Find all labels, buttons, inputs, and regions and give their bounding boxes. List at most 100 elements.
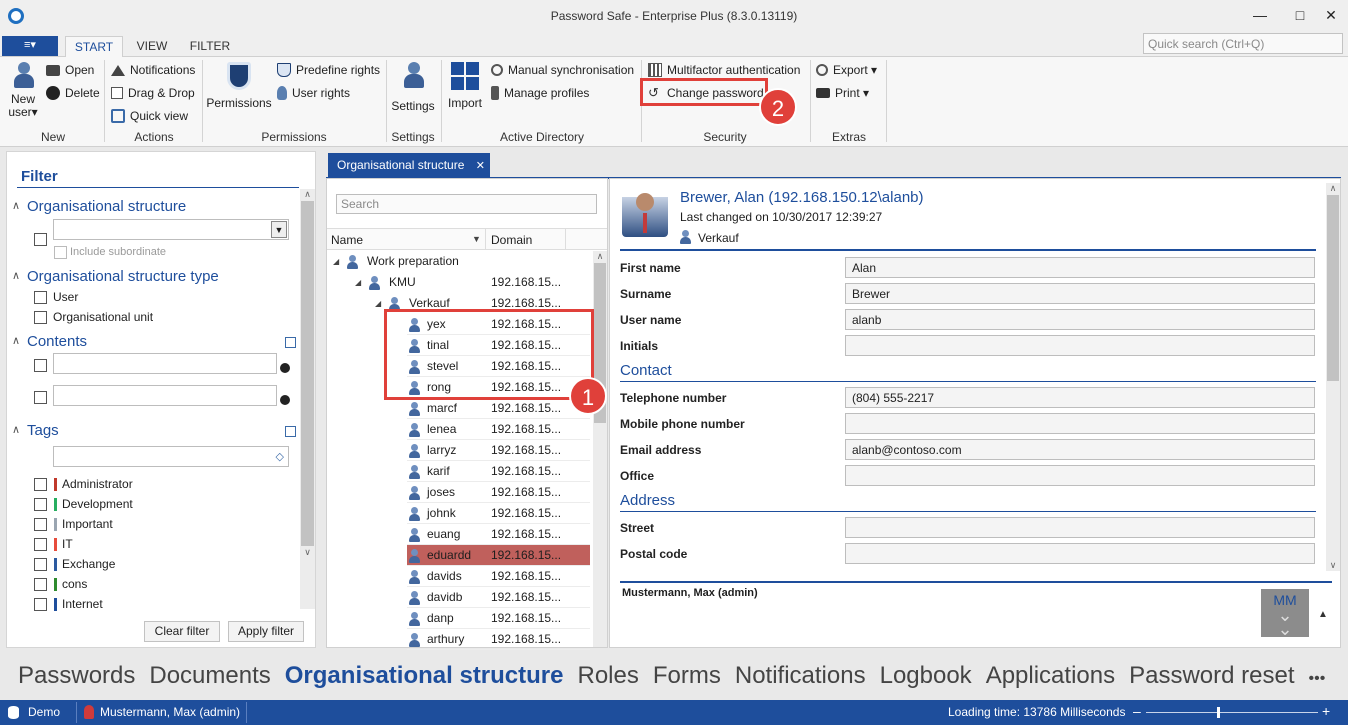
nav-more-button[interactable]: •••	[1309, 670, 1326, 687]
zoom-in-button[interactable]: +	[1322, 703, 1330, 719]
col-domain-header[interactable]: Domain	[491, 233, 532, 247]
maximize-button[interactable]: □	[1285, 4, 1315, 28]
org-structure-checkbox[interactable]	[34, 233, 47, 246]
predefine-rights-button[interactable]: Predefine rights	[277, 60, 380, 80]
contents-input-1[interactable]	[53, 353, 277, 374]
tree-user-row[interactable]: marcf 192.168.15...	[327, 398, 593, 419]
tree-user-row[interactable]: davidb 192.168.15...	[327, 587, 593, 608]
tag-checkbox[interactable]	[34, 577, 47, 591]
new-user-button[interactable]: New user▾	[6, 62, 40, 119]
delete-button[interactable]: Delete	[46, 83, 100, 103]
nav-item-passwords[interactable]: Passwords	[18, 662, 135, 689]
nav-item-forms[interactable]: Forms	[653, 662, 721, 689]
settings-button[interactable]: Settings	[389, 62, 437, 113]
org-structure-select[interactable]: ▼	[53, 219, 289, 240]
tag-item[interactable]: Exchange	[34, 554, 133, 574]
tag-checkbox[interactable]	[34, 597, 47, 611]
expand-arrow-icon[interactable]: ◢	[375, 293, 381, 314]
user-type-checkbox[interactable]	[34, 291, 47, 304]
nav-item-password-reset[interactable]: Password reset	[1129, 662, 1294, 689]
field-value[interactable]: Brewer	[845, 283, 1315, 304]
tab-view[interactable]: VIEW	[129, 36, 175, 57]
tag-item[interactable]: Development	[34, 494, 133, 514]
contents-checkbox-1[interactable]	[34, 359, 47, 372]
filter-scrollbar[interactable]: ∧ ∨	[300, 189, 315, 609]
sort-arrow-icon[interactable]: ▼	[472, 234, 481, 244]
quick-view-button[interactable]: Quick view	[111, 106, 188, 126]
field-value[interactable]	[845, 335, 1315, 356]
quick-search-input[interactable]: Quick search (Ctrl+Q)	[1143, 33, 1343, 54]
zoom-slider[interactable]	[1146, 712, 1318, 713]
tab-organisational-structure[interactable]: Organisational structure ✕	[328, 153, 490, 178]
tag-item[interactable]: Important	[34, 514, 133, 534]
field-value[interactable]	[845, 413, 1315, 434]
tab-start[interactable]: START	[65, 36, 123, 57]
file-menu-button[interactable]: ≡▾	[2, 36, 58, 56]
remove-icon[interactable]	[280, 363, 290, 373]
tree-user-row[interactable]: karif 192.168.15...	[327, 461, 593, 482]
contents-add-icon[interactable]	[285, 337, 296, 348]
tree-user-row[interactable]: euang 192.168.15...	[327, 524, 593, 545]
nav-item-roles[interactable]: Roles	[578, 662, 639, 689]
tag-checkbox[interactable]	[34, 497, 47, 511]
contents-checkbox-2[interactable]	[34, 391, 47, 404]
tree-user-row[interactable]: eduardd 192.168.15...	[327, 545, 593, 566]
collapse-tags-icon[interactable]: ∧	[12, 423, 20, 436]
tree-user-row[interactable]: joses 192.168.15...	[327, 482, 593, 503]
field-value[interactable]: alanb	[845, 309, 1315, 330]
tag-item[interactable]: cons	[34, 574, 133, 594]
tree-search-input[interactable]: Search	[336, 194, 597, 214]
import-button[interactable]: Import	[444, 62, 486, 110]
zoom-slider-handle[interactable]	[1217, 707, 1220, 718]
expand-arrow-icon[interactable]: ◢	[355, 272, 361, 293]
nav-item-applications[interactable]: Applications	[986, 662, 1115, 689]
tree-user-row[interactable]: johnk 192.168.15...	[327, 503, 593, 524]
tab-filter[interactable]: FILTER	[185, 36, 235, 57]
tag-item[interactable]: IT	[34, 534, 133, 554]
tree-org-node[interactable]: ◢ KMU 192.168.15...	[327, 272, 593, 293]
org-unit-type-checkbox[interactable]	[34, 311, 47, 324]
expand-down-icon[interactable]: ⌄ ⌄	[1261, 606, 1309, 638]
collapse-type-icon[interactable]: ∧	[12, 269, 20, 282]
manage-profiles-button[interactable]: Manage profiles	[491, 83, 589, 103]
zoom-out-button[interactable]: –	[1133, 703, 1141, 719]
apply-filter-button[interactable]: Apply filter	[228, 621, 304, 642]
tag-checkbox[interactable]	[34, 517, 47, 531]
tree-user-row[interactable]: larryz 192.168.15...	[327, 440, 593, 461]
mfa-button[interactable]: Multifactor authentication	[648, 60, 800, 80]
remove-icon[interactable]	[280, 395, 290, 405]
print-button[interactable]: Print ▾	[816, 83, 869, 103]
field-value[interactable]	[845, 543, 1315, 564]
detail-scrollbar[interactable]: ∧ ∨	[1326, 183, 1340, 571]
collapse-up-icon[interactable]: ▲	[1318, 609, 1328, 620]
nav-item-logbook[interactable]: Logbook	[880, 662, 972, 689]
field-value[interactable]: Alan	[845, 257, 1315, 278]
minimize-button[interactable]: —	[1245, 4, 1275, 28]
open-button[interactable]: Open	[46, 60, 94, 80]
collapse-contents-icon[interactable]: ∧	[12, 334, 20, 347]
contents-input-2[interactable]	[53, 385, 277, 406]
tree-user-row[interactable]: arthury 192.168.15...	[327, 629, 593, 650]
tag-checkbox[interactable]	[34, 477, 47, 491]
permissions-button[interactable]: Permissions	[206, 62, 272, 110]
nav-item-documents[interactable]: Documents	[149, 662, 270, 689]
field-value[interactable]: (804) 555-2217	[845, 387, 1315, 408]
tree-user-row[interactable]: danp 192.168.15...	[327, 608, 593, 629]
tree-user-row[interactable]: davids 192.168.15...	[327, 566, 593, 587]
nav-item-notifications[interactable]: Notifications	[735, 662, 866, 689]
expand-arrow-icon[interactable]: ◢	[333, 251, 339, 272]
manual-sync-button[interactable]: Manual synchronisation	[491, 60, 634, 80]
tag-checkbox[interactable]	[34, 537, 47, 551]
clear-filter-button[interactable]: Clear filter	[144, 621, 220, 642]
field-value[interactable]	[845, 465, 1315, 486]
collapse-org-icon[interactable]: ∧	[12, 199, 20, 212]
field-value[interactable]: alanb@contoso.com	[845, 439, 1315, 460]
tag-item[interactable]: Internet	[34, 594, 133, 614]
tags-add-icon[interactable]	[285, 426, 296, 437]
nav-item-organisational-structure[interactable]: Organisational structure	[285, 662, 564, 689]
change-password-button[interactable]: ↺ Change password	[648, 83, 764, 103]
user-rights-button[interactable]: User rights	[277, 83, 350, 103]
tag-checkbox[interactable]	[34, 557, 47, 571]
include-subordinate-checkbox[interactable]	[54, 246, 67, 259]
field-value[interactable]	[845, 517, 1315, 538]
